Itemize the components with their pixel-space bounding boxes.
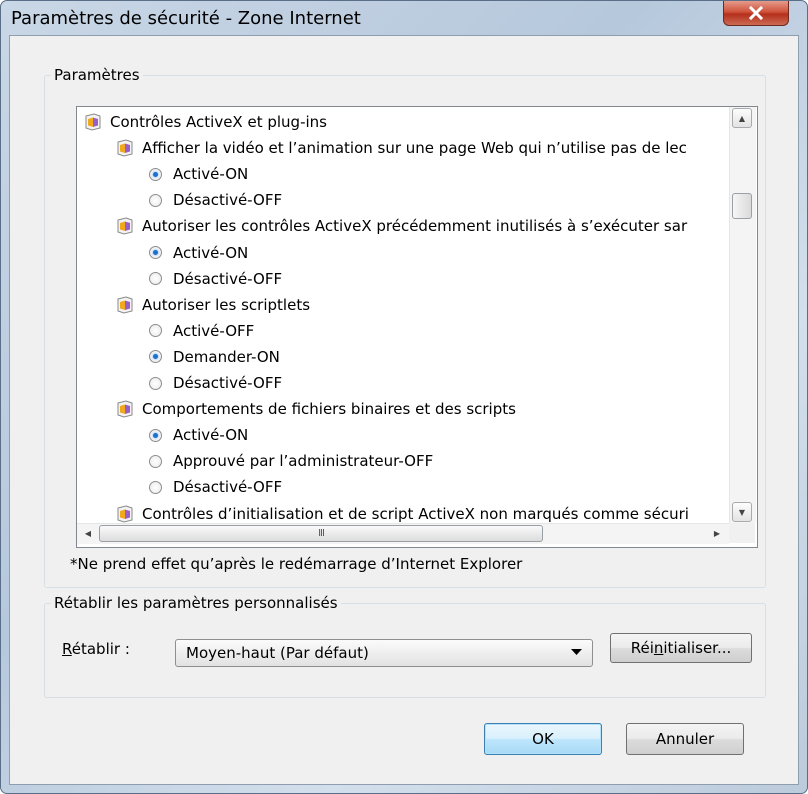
reset-button-label-pre: Réi bbox=[630, 639, 654, 657]
tree-setting[interactable]: Comportements de fichiers binaires et de… bbox=[117, 396, 516, 422]
tree-setting[interactable]: Autoriser les scriptlets bbox=[117, 292, 310, 318]
tree-option[interactable]: Demander-ON bbox=[149, 344, 280, 370]
settings-tree[interactable]: Contrôles ActiveX et plug-ins Afficher la… bbox=[76, 106, 758, 548]
tree-category-label: Contrôles ActiveX et plug-ins bbox=[110, 113, 327, 131]
tree-option[interactable]: Activé-ON bbox=[149, 161, 248, 187]
reset-label-mnemonic: R bbox=[62, 640, 72, 658]
settings-category-icon bbox=[117, 504, 133, 523]
radio-selected[interactable] bbox=[149, 167, 162, 181]
tree-setting[interactable]: Autoriser les contrôles ActiveX précédem… bbox=[117, 213, 687, 239]
radio-unselected[interactable] bbox=[149, 324, 162, 338]
settings-category-icon bbox=[117, 217, 133, 235]
restart-note: *Ne prend effet qu’après le redémarrage … bbox=[70, 555, 523, 573]
tree-option[interactable]: Approuvé par l’administrateur-OFF bbox=[149, 448, 433, 474]
tree-option-label: Désactivé-OFF bbox=[173, 374, 283, 392]
ok-button[interactable]: OK bbox=[484, 723, 602, 755]
radio-selected[interactable] bbox=[149, 350, 162, 364]
settings-category-icon bbox=[117, 400, 133, 418]
vertical-scroll-thumb[interactable] bbox=[732, 193, 752, 219]
scroll-left-button[interactable]: ◀ bbox=[78, 524, 98, 543]
scrollbar-corner bbox=[729, 523, 755, 543]
radio-selected[interactable] bbox=[149, 246, 162, 259]
close-button[interactable] bbox=[723, 1, 789, 26]
reset-label: Rétablir : bbox=[62, 640, 130, 658]
reset-level-select[interactable]: Moyen-haut (Par défaut) bbox=[175, 639, 593, 667]
reset-button[interactable]: Réi n itialiser... bbox=[610, 633, 752, 663]
close-icon bbox=[749, 6, 763, 20]
settings-group-label: Paramètres bbox=[54, 66, 140, 84]
tree-option-label: Désactivé-OFF bbox=[173, 191, 283, 210]
vertical-scrollbar[interactable]: ▲ ▼ bbox=[729, 107, 756, 523]
settings-category-icon bbox=[85, 113, 101, 131]
tree-option[interactable]: Activé-ON bbox=[149, 422, 248, 448]
tree-setting[interactable]: Afficher la vidéo et l’animation sur une… bbox=[117, 135, 687, 161]
reset-button-mnemonic: n bbox=[653, 639, 664, 657]
dialog-client-area: Paramètres Contrôles ActiveX et plug-ins… bbox=[9, 35, 799, 785]
chevron-down-icon bbox=[571, 649, 582, 655]
radio-unselected[interactable] bbox=[149, 454, 162, 468]
scroll-grip: III bbox=[318, 528, 325, 539]
tree-setting-label: Autoriser les scriptlets bbox=[142, 295, 311, 314]
tree-option[interactable]: Activé-OFF bbox=[149, 318, 254, 344]
title-bar[interactable]: Paramètres de sécurité - Zone Internet bbox=[1, 1, 807, 35]
horizontal-scroll-thumb[interactable]: III bbox=[99, 525, 543, 542]
cancel-button[interactable]: Annuler bbox=[626, 723, 744, 755]
tree-option-label: Activé-ON bbox=[173, 165, 249, 184]
settings-category-icon bbox=[117, 296, 133, 314]
tree-setting-label: Contrôles d’initialisation et de script … bbox=[142, 504, 689, 523]
tree-option-label: Activé-OFF bbox=[173, 321, 255, 340]
tree-setting-label: Autoriser les contrôles ActiveX précédem… bbox=[142, 217, 688, 236]
scroll-right-button[interactable]: ▶ bbox=[707, 524, 727, 543]
reset-label-text: établir : bbox=[71, 640, 130, 658]
radio-unselected[interactable] bbox=[149, 376, 162, 390]
tree-option[interactable]: Désactivé-OFF bbox=[149, 370, 282, 396]
tree-option-label: Approuvé par l’administrateur-OFF bbox=[173, 452, 434, 471]
reset-group-label: Rétablir les paramètres personnalisés bbox=[54, 594, 338, 612]
horizontal-scrollbar[interactable]: ◀ III ▶ bbox=[77, 523, 729, 544]
tree-option-label: Désactivé-OFF bbox=[173, 478, 283, 497]
tree-option-label: Demander-ON bbox=[173, 347, 280, 366]
tree-option-label: Activé-ON bbox=[173, 426, 249, 445]
tree-option-label: Activé-ON bbox=[173, 243, 249, 262]
settings-category-icon bbox=[117, 139, 133, 157]
reset-level-value: Moyen-haut (Par défaut) bbox=[186, 644, 369, 662]
settings-tree-content: Contrôles ActiveX et plug-ins Afficher la… bbox=[77, 107, 729, 523]
tree-option[interactable]: Désactivé-OFF bbox=[149, 266, 282, 292]
radio-unselected[interactable] bbox=[149, 272, 162, 286]
scroll-up-button[interactable]: ▲ bbox=[732, 108, 752, 128]
tree-setting-label: Comportements de fichiers binaires et de… bbox=[142, 400, 516, 419]
radio-selected[interactable] bbox=[149, 428, 162, 442]
reset-button-label-post: itialiser... bbox=[663, 639, 732, 657]
tree-category[interactable]: Contrôles ActiveX et plug-ins bbox=[85, 109, 327, 135]
tree-setting[interactable]: Contrôles d’initialisation et de script … bbox=[117, 501, 689, 524]
tree-option[interactable]: Désactivé-OFF bbox=[149, 474, 282, 500]
security-settings-dialog: Paramètres de sécurité - Zone Internet P… bbox=[0, 0, 808, 794]
tree-option[interactable]: Activé-ON bbox=[149, 240, 248, 266]
window-title: Paramètres de sécurité - Zone Internet bbox=[11, 8, 361, 29]
tree-option-label: Désactivé-OFF bbox=[173, 269, 283, 288]
scroll-down-button[interactable]: ▼ bbox=[732, 502, 752, 522]
radio-unselected[interactable] bbox=[149, 480, 162, 494]
tree-setting-label: Afficher la vidéo et l’animation sur une… bbox=[142, 139, 687, 158]
radio-unselected[interactable] bbox=[149, 193, 162, 207]
tree-option[interactable]: Désactivé-OFF bbox=[149, 187, 282, 213]
